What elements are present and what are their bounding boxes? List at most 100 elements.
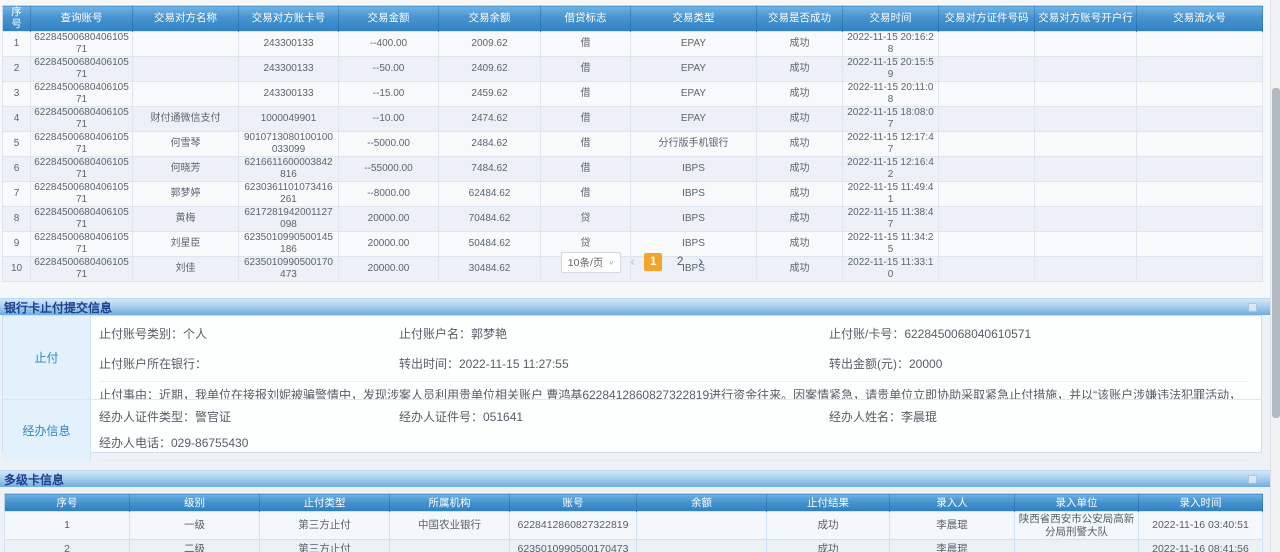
table-cell: EPAY (631, 57, 757, 82)
table-cell: 62484.62 (439, 182, 541, 207)
table-cell (1035, 57, 1137, 82)
table-cell (1137, 182, 1263, 207)
table-cell (1137, 157, 1263, 182)
table-row: 26228450068040610571243300133--50.002409… (3, 57, 1263, 82)
collapse-icon[interactable] (1248, 475, 1257, 484)
multicard-section-title: 多级卡信息 (4, 471, 64, 488)
next-page-button[interactable]: › (698, 254, 703, 270)
table-cell: 2022-11-15 12:16:42 (843, 157, 939, 182)
table-cell: 何晓芳 (133, 157, 239, 182)
stop-payment-group-label: 止付 (3, 316, 91, 399)
table-cell: 李晨琨 (890, 540, 1015, 552)
table-cell: 1 (5, 512, 130, 540)
table-cell: 6228412860827322819 (510, 512, 637, 540)
column-header: 止付类型 (260, 494, 390, 512)
table-cell: 6228450068040610571 (31, 182, 133, 207)
table-row: 46228450068040610571财付通微信支付1000049901--1… (3, 107, 1263, 132)
previous-page-button[interactable]: ‹ (630, 254, 635, 270)
field-row: 经办人电话：029-86755430 (99, 425, 1249, 451)
table-row: 16228450068040610571243300133--400.00200… (3, 32, 1263, 57)
table-cell: 一级 (130, 512, 260, 540)
table-cell: --50.00 (339, 57, 439, 82)
table-cell (1137, 82, 1263, 107)
table-cell: 6228450068040610571 (31, 32, 133, 57)
table-cell: 借 (541, 182, 631, 207)
vertical-scrollbar[interactable] (1270, 0, 1280, 552)
table-cell (1035, 107, 1137, 132)
table-cell: 分行版手机银行 (631, 132, 757, 157)
table-cell: IBPS (631, 157, 757, 182)
table-cell: 6228450068040610571 (31, 57, 133, 82)
field-row: 止付账户所在银行： 转出时间：2022-11-15 11:27:55 转出金额(… (99, 342, 1249, 372)
table-cell (939, 57, 1035, 82)
table-cell: --10.00 (339, 107, 439, 132)
multicard-section-bar: 多级卡信息 (0, 470, 1270, 487)
column-header: 查询账号 (31, 6, 133, 32)
table-cell: 2022-11-15 11:38:47 (843, 207, 939, 232)
column-header: 录入单位 (1015, 494, 1139, 512)
table-cell: 3 (3, 82, 31, 107)
stop-payment-block: 止付 止付账号类别：个人 止付账户名：郭梦艳 止付账/卡号：6228450068… (3, 316, 1261, 399)
table-cell: 2022-11-15 20:16:28 (843, 32, 939, 57)
handler-content: 经办人证件类型：警官证 经办人证件号：051641 经办人姓名：李晨琨 经办人电… (91, 400, 1261, 461)
multicard-table: 序号级别止付类型所属机构账号余额止付结果录入人录入单位录入时间 1一级第三方止付… (4, 493, 1263, 552)
transactions-header-row: 序号查询账号交易对方名称交易对方账卡号交易金额交易余额借贷标志交易类型交易是否成… (3, 6, 1263, 32)
column-header: 余额 (637, 494, 767, 512)
table-cell: 2022-11-15 12:17:47 (843, 132, 939, 157)
table-cell: --8000.00 (339, 182, 439, 207)
table-cell: 9010713080100100033099 (239, 132, 339, 157)
column-header: 交易是否成功 (757, 6, 843, 32)
table-cell (1137, 57, 1263, 82)
table-cell: 贷 (541, 207, 631, 232)
field-handler-name: 经办人姓名：李晨琨 (829, 408, 1249, 425)
table-cell: --400.00 (339, 32, 439, 57)
column-header: 止付结果 (767, 494, 890, 512)
table-cell: 70484.62 (439, 207, 541, 232)
table-cell: 1000049901 (239, 107, 339, 132)
table-cell: 20000.00 (339, 207, 439, 232)
divider (99, 460, 1249, 461)
table-cell: 2 (5, 540, 130, 552)
page-button-1[interactable]: 1 (644, 253, 662, 271)
table-cell: 二级 (130, 540, 260, 552)
table-cell: 6235010990500170473 (510, 540, 637, 552)
table-cell (133, 32, 239, 57)
table-cell (939, 157, 1035, 182)
stop-payment-box: 止付 止付账号类别：个人 止付账户名：郭梦艳 止付账/卡号：6228450068… (2, 315, 1262, 453)
table-cell: 2 (3, 57, 31, 82)
scrollbar-thumb[interactable] (1272, 88, 1280, 418)
table-cell: 6228450068040610571 (31, 107, 133, 132)
table-cell: IBPS (631, 182, 757, 207)
multicard-header-row: 序号级别止付类型所属机构账号余额止付结果录入人录入单位录入时间 (5, 494, 1263, 512)
table-cell: 243300133 (239, 82, 339, 107)
pagination: 10条/页 ∨ ‹ 1 2 › (2, 250, 1262, 274)
table-cell: IBPS (631, 207, 757, 232)
field-card-number: 止付账/卡号：6228450068040610571 (829, 325, 1249, 342)
collapse-icon[interactable] (1248, 303, 1257, 312)
table-cell (1035, 182, 1137, 207)
page-size-select[interactable]: 10条/页 ∨ (561, 252, 621, 273)
page-button-2[interactable]: 2 (671, 253, 689, 271)
table-cell: 成功 (767, 512, 890, 540)
table-cell (637, 540, 767, 552)
table-cell (939, 32, 1035, 57)
column-header: 所属机构 (390, 494, 510, 512)
field-account-type: 止付账号类别：个人 (99, 325, 399, 342)
column-header: 账号 (510, 494, 637, 512)
handler-group-label: 经办信息 (3, 400, 91, 461)
table-cell: 成功 (767, 540, 890, 552)
table-row: 2二级第三方止付6235010990500170473成功李晨琨2022-11-… (5, 540, 1263, 552)
table-cell: 成功 (757, 107, 843, 132)
table-row: 36228450068040610571243300133--15.002459… (3, 82, 1263, 107)
table-cell: EPAY (631, 107, 757, 132)
table-cell: 借 (541, 132, 631, 157)
table-cell (1035, 207, 1137, 232)
column-header: 交易时间 (843, 6, 939, 32)
table-cell: 7 (3, 182, 31, 207)
column-header: 交易对方证件号码 (939, 6, 1035, 32)
table-cell (390, 540, 510, 552)
table-row: 66228450068040610571何晓芳62166116000038428… (3, 157, 1263, 182)
table-cell: 借 (541, 32, 631, 57)
field-row: 经办人证件类型：警官证 经办人证件号：051641 经办人姓名：李晨琨 (99, 400, 1249, 425)
table-cell (939, 82, 1035, 107)
